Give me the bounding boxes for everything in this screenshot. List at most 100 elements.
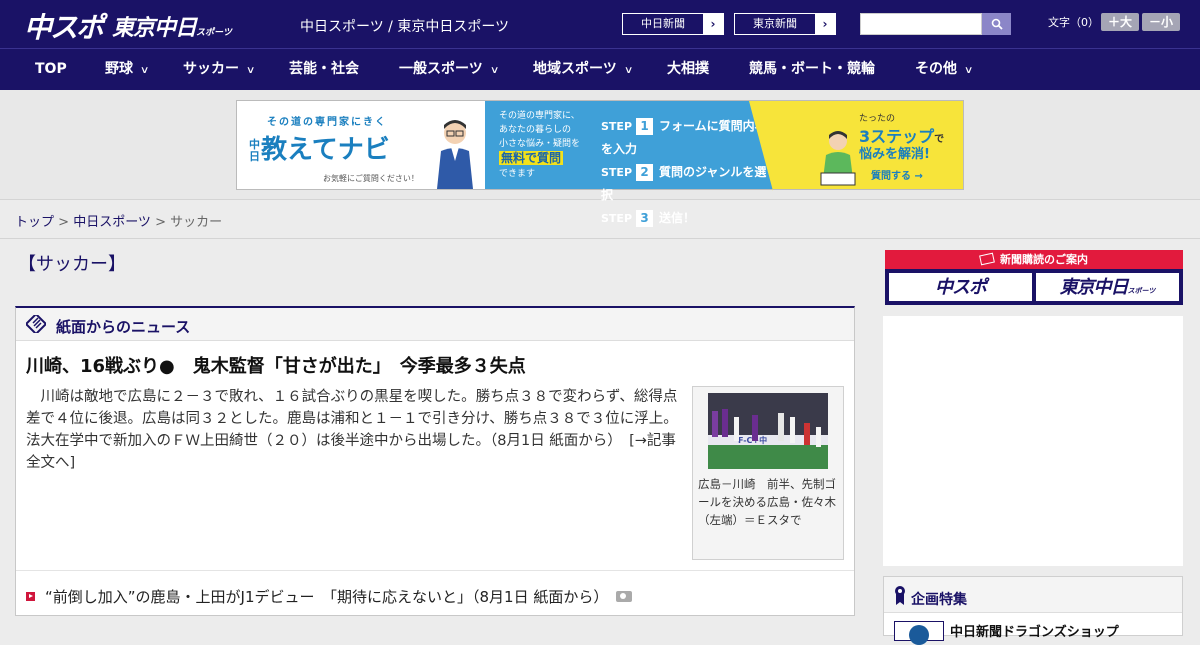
feature-header: 企画特集 (884, 577, 1182, 613)
nav-label: 野球 (105, 61, 133, 77)
article-summary: 川崎は敵地で広島に２－３で敗れ、１６試合ぶりの黒星を喫した。勝ち点３８で変わらず… (26, 386, 686, 474)
newspaper-icon (26, 315, 46, 333)
banner-step-3: STEP 3 送信！ (601, 210, 696, 227)
divider (16, 570, 854, 571)
nav-label: サッカー (183, 61, 239, 77)
article-photo-box: F-C+中 広島－川崎 前半、先制ゴールを決める広島・佐々木（左端）＝Ｅスタで (692, 386, 844, 560)
breadcrumb-current: サッカー (170, 215, 223, 230)
breadcrumb: トップ > 中日スポーツ > サッカー (15, 211, 222, 230)
banner-subtitle: その道の専門家にきく (267, 117, 387, 128)
banner-steps: STEP 1 フォームに質問内容を入力 STEP 2 質問のジャンルを選択 STEP 3 送… (601, 115, 773, 230)
subscribe-tokyo-chunichi-button[interactable]: 東京中日スポーツ (1036, 273, 1179, 301)
breadcrumb-separator: > (150, 215, 171, 230)
chevron-down-icon: ∨ (139, 65, 150, 76)
chevron-down-icon: ∨ (245, 65, 256, 76)
nav-label: 地域スポーツ (533, 61, 617, 77)
oshiete-navi-banner[interactable]: その道の専門家にきく 中日教えてナビ お気軽にご質問ください！ その道の専門家に… (236, 100, 964, 227)
tokyo-chunichi-logo-text: 東京中日 (112, 16, 197, 41)
tokyo-chunichi-logo-suffix: スポーツ (196, 28, 232, 38)
banner-cta-line3: 悩みを解消! (859, 147, 930, 162)
subscribe-tokyo-chunichi-suffix: スポーツ (1127, 287, 1156, 295)
divider (0, 238, 1200, 239)
news-box: 紙面からのニュース 川崎、16戦ぶり● 鬼木監督「甘さが出た」 今季最多３失点 … (15, 306, 855, 616)
ticket-icon (979, 252, 995, 266)
nav-item-top[interactable]: TOP (35, 49, 67, 90)
site-title[interactable]: 中日スポーツ / 東京中日スポーツ (300, 16, 509, 36)
expert-illustration-icon (437, 120, 473, 189)
chevron-down-icon: ∨ (489, 65, 500, 76)
banner-title: 中日教えてナビ (249, 129, 390, 166)
tokyo-chunichi-sports-logo[interactable]: 東京中日スポーツ (112, 10, 232, 42)
subscription-header: 新聞購読のご案内 (885, 250, 1183, 269)
banner-title-main: 教えてナビ (261, 135, 390, 165)
chunichi-shimbun-button[interactable]: 中日新聞 › (622, 13, 724, 35)
chevron-right-icon: › (822, 17, 828, 31)
banner-step-1: STEP 1 フォームに質問内容を入力 (601, 118, 767, 156)
nav-item-racing[interactable]: 競馬・ボート・競輪 (749, 49, 875, 90)
banner-intro-line: 小さな悩み・疑問を (499, 139, 581, 149)
ad-banner-area: その道の専門家にきく 中日教えてナビ お気軽にご質問ください！ その道の専門家に… (0, 90, 1200, 227)
search-icon (991, 18, 1003, 30)
font-size-label: 文字（0） (1048, 16, 1099, 29)
nav-item-other[interactable]: その他 ∨ (915, 49, 974, 90)
chevron-down-icon: ∨ (963, 65, 974, 76)
chunichi-sports-logo[interactable]: 中スポ (24, 6, 104, 46)
banner-free-badge: 無料で質問 (499, 151, 564, 165)
related-article-title: “前倒し加入”の鹿島・上田がJ1デビュー 「期待に応えないと」（8月1日 紙面か… (45, 588, 609, 606)
nav-label: 大相撲 (667, 61, 709, 77)
feature-box: 企画特集 中日新聞ドラゴンズショップ (883, 576, 1183, 645)
banner-steps-panel: その道の専門家に、 あなたの暮らしの 小さな悩み・疑問を 無料で質問 できます … (485, 101, 773, 227)
search-button[interactable] (982, 13, 1011, 35)
dragons-shop-thumbnail[interactable] (894, 621, 944, 645)
subscription-box: 新聞購読のご案内 中スポ 東京中日スポーツ (885, 250, 1183, 305)
banner-intro-line: あなたの暮らしの (499, 125, 572, 135)
sidebar-ad-slot[interactable] (883, 316, 1183, 566)
nav-label: 競馬・ボート・競輪 (749, 61, 875, 77)
soccer-match-photo[interactable]: F-C+中 (708, 393, 828, 469)
breadcrumb-top-link[interactable]: トップ (15, 215, 54, 230)
main-nav: TOP 野球 ∨ サッカー ∨ 芸能・社会 一般スポーツ ∨ 地域スポーツ ∨ 大相撲 … (0, 48, 1200, 90)
nav-label: 一般スポーツ (399, 61, 483, 77)
article-body: 川崎は敵地で広島に２－３で敗れ、１６試合ぶりの黒星を喫した。勝ち点３８で変わらず… (26, 389, 678, 449)
subscribe-tokyo-chunichi-label: 東京中日 (1059, 277, 1129, 298)
chevron-down-icon: ∨ (623, 65, 634, 76)
person-laptop-illustration-icon (820, 131, 856, 186)
banner-note: お気軽にご質問ください！ (323, 174, 419, 183)
banner-intro: その道の専門家に、 あなたの暮らしの 小さな悩み・疑問を 無料で質問 できます (499, 109, 580, 181)
tokyo-shimbun-button[interactable]: 東京新聞 › (734, 13, 836, 35)
news-box-header: 紙面からのニュース (16, 308, 854, 341)
banner-intro-line: その道の専門家に、 (499, 111, 580, 121)
subscribe-chunichi-sports-button[interactable]: 中スポ (889, 273, 1032, 301)
subscription-title: 新聞購読のご案内 (1000, 253, 1088, 266)
nav-item-local-sports[interactable]: 地域スポーツ ∨ (533, 49, 634, 90)
banner-ask-link[interactable]: 質問する → (871, 167, 923, 182)
font-smaller-button[interactable]: －小 (1142, 13, 1180, 31)
ribbon-icon (895, 586, 905, 605)
article-headline[interactable]: 川崎、16戦ぶり● 鬼木監督「甘さが出た」 今季最多３失点 (26, 352, 526, 378)
banner-title-prefix: 中日 (249, 137, 260, 163)
news-box-title: 紙面からのニュース (56, 318, 191, 336)
nav-item-soccer[interactable]: サッカー ∨ (183, 49, 256, 90)
font-larger-button[interactable]: ＋大 (1101, 13, 1139, 31)
breadcrumb-separator: > (54, 215, 74, 230)
nav-label: その他 (915, 61, 957, 77)
feature-item-dragons-shop[interactable]: 中日新聞ドラゴンズショップ (950, 621, 1119, 640)
banner-intro-line: できます (499, 169, 536, 179)
nav-item-entertainment[interactable]: 芸能・社会 (289, 49, 359, 90)
nav-item-baseball[interactable]: 野球 ∨ (105, 49, 150, 90)
nav-label: 芸能・社会 (289, 61, 359, 77)
chevron-right-icon: › (710, 17, 716, 31)
related-article-link[interactable]: “前倒し加入”の鹿島・上田がJ1デビュー 「期待に応えないと」（8月1日 紙面か… (26, 586, 633, 607)
breadcrumb-chunichi-link[interactable]: 中日スポーツ (73, 215, 151, 230)
top-header: 中スポ 東京中日スポーツ 中日スポーツ / 東京中日スポーツ 中日新聞 › 東京… (0, 0, 1200, 48)
nav-item-sumo[interactable]: 大相撲 (667, 49, 709, 90)
camera-icon (616, 591, 633, 602)
feature-title: 企画特集 (911, 592, 967, 608)
play-bullet-icon (26, 592, 35, 601)
chunichi-shimbun-label: 中日新聞 (623, 14, 703, 34)
banner-logo-panel: その道の専門家にきく 中日教えてナビ お気軽にご質問ください！ (237, 101, 485, 189)
search-input[interactable] (860, 13, 982, 35)
nav-label: TOP (35, 61, 67, 77)
nav-item-general-sports[interactable]: 一般スポーツ ∨ (399, 49, 500, 90)
section-title: 【サッカー】 (18, 254, 126, 275)
